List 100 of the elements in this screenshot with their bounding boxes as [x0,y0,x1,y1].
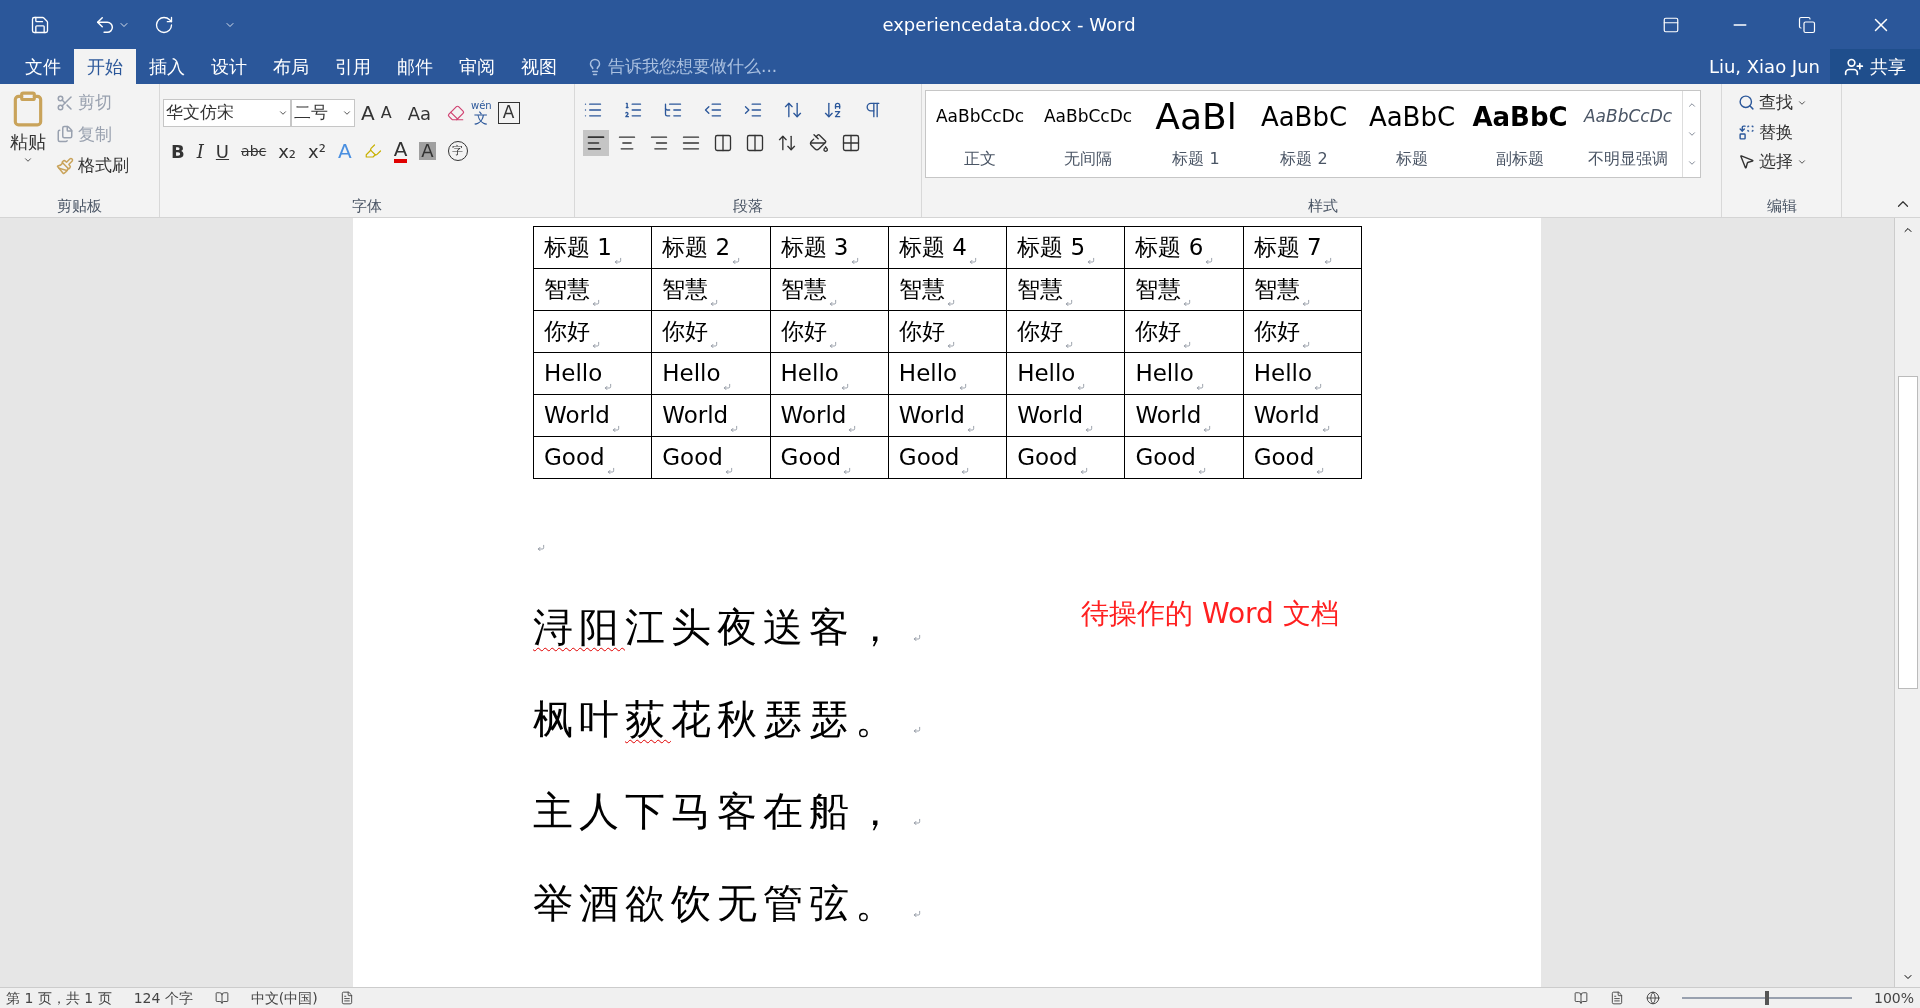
find-button[interactable]: 查找 [1738,90,1841,116]
paragraph-mark-icon [968,256,977,265]
ribbon-tab[interactable]: 邮件 [384,49,446,84]
paragraph-mark-icon [611,424,620,433]
paragraph-mark-icon [913,726,921,734]
paragraph-mark-icon [966,424,975,433]
poem-line: 枫叶荻花秋瑟瑟。 [533,695,901,744]
line-spacing-icon[interactable] [777,133,797,153]
font-size-field[interactable]: 二号 [291,99,355,127]
table-cell-text: Good [544,443,605,473]
group-label: 剪贴板 [57,195,102,217]
paragraph-mark-icon [537,544,545,552]
ribbon-tab[interactable]: 开始 [74,49,136,84]
vertical-scrollbar[interactable] [1894,218,1920,987]
table-cell-text: Hello [1017,359,1076,389]
font-color-button[interactable]: A [393,139,408,163]
web-layout-icon[interactable] [1645,991,1660,1005]
style-item[interactable]: AaBl 标题 1 [1142,91,1250,177]
style-item[interactable]: AaBbC 标题 [1358,91,1466,177]
ribbon-tab[interactable]: 引用 [322,49,384,84]
sort-icon[interactable] [823,100,843,120]
table-cell-text: 标题 7 [1253,233,1322,263]
character-border-button[interactable]: A [497,102,520,124]
style-item[interactable]: AaBbCcDc 无间隔 [1034,91,1142,177]
ribbon-tab[interactable]: 视图 [508,49,570,84]
align-left-icon[interactable] [583,130,609,156]
phonetic-guide-button[interactable]: wén 文 [471,101,492,125]
table-cell-text: 智慧 [1253,275,1300,305]
ribbon-tab[interactable]: 设计 [198,49,260,84]
font-name-field[interactable]: 华文仿宋 [163,99,291,127]
paragraph-mark-icon [1321,424,1330,433]
select-button[interactable]: 选择 [1738,149,1841,175]
style-item[interactable]: AaBbC 副标题 [1466,91,1574,177]
change-case-button[interactable]: Aa [407,99,431,127]
table-cell-text: World [662,401,729,431]
style-item[interactable]: AaBbC 标题 2 [1250,91,1358,177]
table-cell-text: 智慧 [780,275,827,305]
paragraph-mark-icon [1087,256,1096,265]
language-indicator: 中文(中国) [250,988,318,1008]
shrink-font-button[interactable]: A [380,101,392,125]
ribbon-tab[interactable]: 审阅 [446,49,508,84]
zoom-slider-thumb[interactable] [1764,991,1769,1005]
paragraph-mark-icon [850,256,859,265]
group-label: 段落 [733,195,763,217]
table-cell-text: Hello [1135,359,1194,389]
replace-button[interactable]: 替换 [1738,119,1841,145]
paragraph-mark-icon [843,466,852,475]
paragraph-mark-icon [710,340,719,349]
caret-icon [23,155,33,165]
ribbon-tab[interactable]: 文件 [12,49,74,84]
paste-button[interactable]: 粘贴 [0,90,56,195]
read-mode-icon[interactable] [1573,991,1588,1005]
poem-line: 主人下马客在船， [533,787,901,836]
table-cell-text: 标题 3 [780,233,849,263]
window-title: experiencedata.docx - Word [882,13,1136,37]
style-item[interactable]: AaBbCcDc 不明显强调 [1574,91,1682,177]
table-cell-text: 你好 [898,317,945,347]
underline-button[interactable]: U [215,137,230,165]
table-cell-text: 标题 5 [1017,233,1086,263]
table-cell-text: World [1253,401,1320,431]
paragraph-mark-icon [840,382,849,391]
paragraph-mark-icon [1301,340,1310,349]
bold-button[interactable]: B [171,137,185,165]
superscript-button[interactable]: x² [308,137,326,165]
user-name: Liu, Xiao Jun [1708,55,1820,79]
table-cell-text: 标题 4 [898,233,967,263]
poem-line: 举酒欲饮无管弦。 [533,879,901,928]
character-shading-button[interactable]: A [419,142,436,160]
paragraph-mark-icon [961,466,970,475]
paragraph-mark-icon [592,340,600,349]
proofing-icon[interactable] [214,991,229,1005]
subscript-button[interactable]: x₂ [278,137,297,165]
redo-icon[interactable] [154,14,174,35]
ribbon-tab[interactable]: 布局 [260,49,322,84]
share-button[interactable]: 共享 [1830,49,1920,84]
tell-me-field[interactable]: 告诉我您想要做什么... [586,49,778,84]
print-layout-icon[interactable] [1609,991,1624,1005]
paragraph-mark-icon [913,818,921,826]
copy-icon [56,125,74,144]
ribbon-display-icon[interactable] [1662,15,1680,34]
caret-icon [278,108,288,118]
table-cell-text: 你好 [544,317,590,347]
grow-font-button[interactable]: A [361,98,375,128]
text-direction-icon[interactable] [783,100,803,120]
style-item[interactable]: AaBbCcDc 正文 [926,91,1034,177]
numbering-icon[interactable] [623,100,643,120]
ribbon-tab[interactable]: 插入 [136,49,198,84]
caret-icon [342,108,352,118]
table-cell-text: Hello [544,359,603,389]
borders-icon[interactable] [841,133,861,153]
table-cell-text: Hello [662,359,721,389]
table-cell-text: 智慧 [1135,275,1182,305]
paragraph-mark-icon [1198,466,1206,475]
clear-format-icon[interactable] [447,104,465,122]
restore-icon[interactable] [1798,15,1816,34]
shading-icon[interactable] [809,133,829,153]
strikethrough-button[interactable]: abc [241,140,267,162]
italic-button[interactable]: I [196,137,204,165]
format-painter-button[interactable]: 格式刷 [56,153,129,179]
paragraph-mark-icon [1323,256,1332,265]
